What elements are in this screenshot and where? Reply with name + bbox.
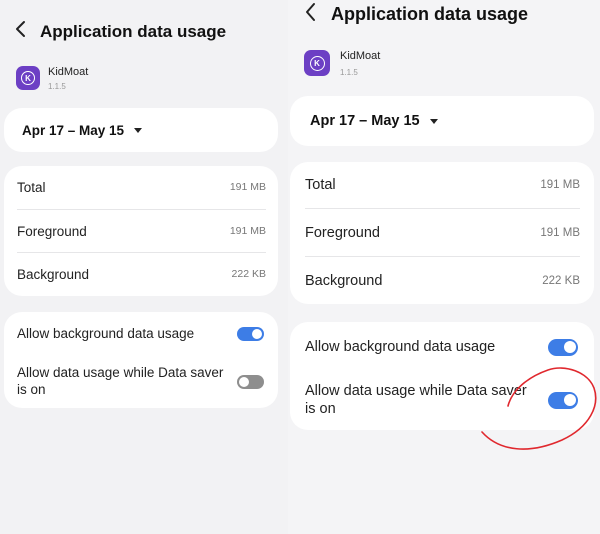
usage-value: 191 MB (229, 181, 266, 193)
toggle-row-background-data[interactable]: Allow background data usage (17, 322, 264, 346)
app-name: KidMoat (340, 50, 381, 62)
usage-value: 222 KB (542, 275, 580, 287)
app-version: 1.1.5 (340, 68, 358, 77)
usage-row-background: Background 222 KB (305, 269, 580, 293)
app-icon: K (16, 66, 40, 90)
usage-card: Total 191 MB Foreground 191 MB Backgroun… (290, 162, 594, 304)
app-logo-letter: K (309, 55, 325, 71)
background-data-switch[interactable] (237, 327, 264, 341)
app-bar: Application data usage (304, 2, 528, 27)
app-version: 1.1.5 (48, 82, 66, 91)
usage-value: 222 KB (231, 268, 266, 280)
date-range-text: Apr 17 – May 15 (310, 113, 420, 129)
app-name: KidMoat (48, 66, 89, 78)
divider (17, 252, 266, 253)
toggle-row-background-data[interactable]: Allow background data usage (305, 334, 578, 360)
usage-value: 191 MB (540, 179, 580, 191)
toggle-label: Allow data usage while Data saver is on (305, 382, 527, 417)
usage-label: Total (17, 179, 46, 195)
background-data-switch[interactable] (548, 338, 578, 356)
app-logo-letter: K (21, 71, 35, 85)
screenshot-before: Application data usage K KidMoat 1.1.5 A… (0, 0, 288, 534)
divider (305, 256, 580, 257)
settings-card: Allow background data usage Allow data u… (4, 312, 278, 408)
usage-card: Total 191 MB Foreground 191 MB Backgroun… (4, 166, 278, 296)
date-range-selector[interactable]: Apr 17 – May 15 (290, 96, 594, 146)
usage-value: 191 MB (229, 225, 266, 237)
page-title: Application data usage (40, 21, 227, 41)
switch-knob (563, 394, 576, 406)
usage-row-total: Total 191 MB (305, 173, 580, 197)
app-icon: K (304, 50, 330, 76)
toggle-label: Allow data usage while Data saver is on (17, 365, 224, 397)
usage-label: Total (305, 177, 336, 193)
switch-knob (563, 341, 576, 353)
app-bar: Application data usage (14, 20, 226, 43)
page-title: Application data usage (331, 4, 529, 24)
back-button[interactable] (14, 20, 28, 43)
toggle-row-data-saver[interactable]: Allow data usage while Data saver is on (17, 364, 264, 400)
date-range-selector[interactable]: Apr 17 – May 15 (4, 108, 278, 152)
divider (305, 208, 580, 209)
usage-label: Background (17, 266, 90, 282)
switch-knob (252, 329, 262, 339)
usage-label: Foreground (305, 225, 380, 241)
date-range-text: Apr 17 – May 15 (22, 122, 125, 138)
chevron-left-icon (306, 3, 315, 21)
dropdown-caret-icon (134, 127, 143, 133)
usage-row-foreground: Foreground 191 MB (305, 221, 580, 245)
divider (17, 209, 266, 210)
usage-row-total: Total 191 MB (17, 176, 266, 198)
usage-value: 191 MB (540, 227, 580, 239)
toggle-label: Allow background data usage (305, 338, 496, 355)
usage-row-foreground: Foreground 191 MB (17, 220, 266, 242)
usage-label: Background (305, 273, 383, 289)
toggle-row-data-saver[interactable]: Allow data usage while Data saver is on (305, 380, 578, 420)
data-saver-switch[interactable] (548, 391, 578, 409)
data-saver-switch[interactable] (237, 375, 264, 389)
screenshot-after: Application data usage K KidMoat 1.1.5 A… (288, 0, 600, 534)
usage-label: Foreground (17, 223, 87, 239)
toggle-label: Allow background data usage (17, 325, 195, 341)
chevron-left-icon (16, 21, 25, 37)
settings-card: Allow background data usage Allow data u… (290, 322, 594, 430)
dropdown-caret-icon (429, 118, 438, 124)
back-button[interactable] (304, 2, 318, 27)
usage-row-background: Background 222 KB (17, 263, 266, 285)
switch-knob (239, 377, 249, 387)
